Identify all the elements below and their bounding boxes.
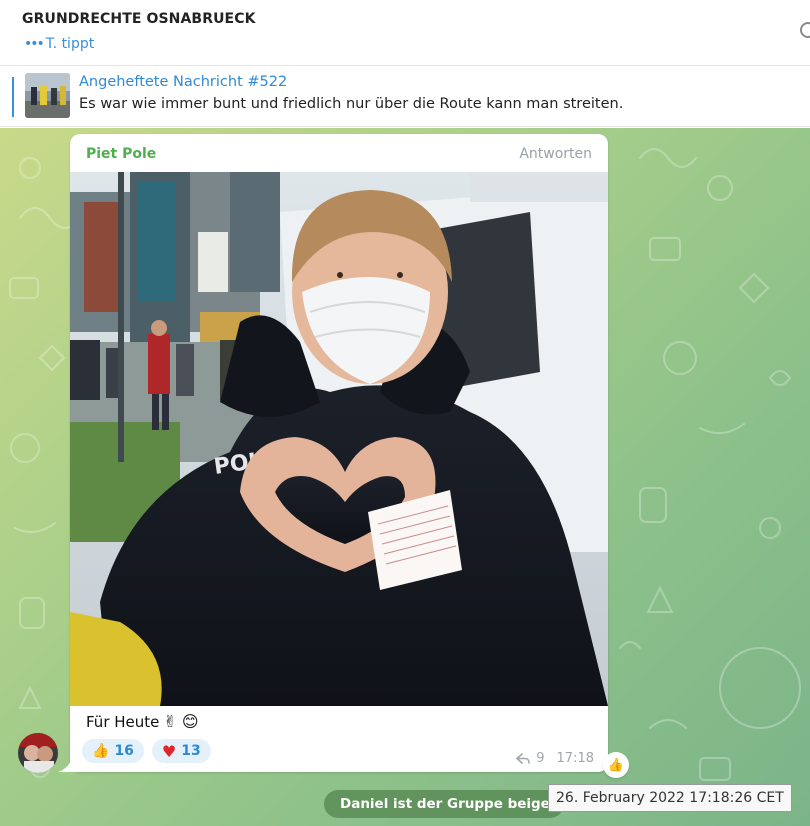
timestamp-tooltip: 26. February 2022 17:18:26 CET [548,784,792,812]
reaction-thumbs-up[interactable]: 👍 16 [82,739,144,763]
chat-header[interactable]: GRUNDRECHTE OSNABRUECK ••• T. tippt [0,0,810,66]
caption-text: Für Heute [86,712,160,731]
pinned-text: Es war wie immer bunt und friedlich nur … [79,96,624,112]
message-photo[interactable]: POLI [70,172,608,706]
message-time: 17:18 [556,751,594,766]
pinned-thumbnail [25,73,70,118]
sender-name[interactable]: Piet Pole [86,146,156,162]
heart-icon: ♥ [161,741,177,761]
message-caption: Für Heute ✌ 😊 [86,712,199,731]
bubble-tail [58,756,78,772]
view-count: 9 [536,751,545,766]
pinned-indicator-bar [12,77,14,117]
typing-text: T. tippt [45,36,95,52]
caption-emoji: ✌ 😊 [163,712,199,731]
quick-reaction-button[interactable]: 👍 [603,752,629,778]
reply-button[interactable]: Antworten [519,146,592,162]
message-meta: 9 17:18 [516,751,594,766]
typing-indicator: ••• T. tippt [24,36,94,52]
reaction-count: 13 [181,743,201,759]
reaction-heart[interactable]: ♥ 13 [151,739,211,763]
pinned-title[interactable]: Angeheftete Nachricht #522 [79,74,287,90]
chat-title[interactable]: GRUNDRECHTE OSNABRUECK [22,11,256,27]
search-icon[interactable] [800,22,810,38]
thumbs-up-icon: 👍 [92,743,110,759]
pinned-message[interactable]: Angeheftete Nachricht #522 Es war wie im… [0,67,810,127]
message-bubble[interactable]: Piet Pole Antworten POLI Für Heute ✌ 😊 👍… [70,134,608,772]
share-icon[interactable] [516,752,531,765]
service-message: Daniel ist der Gruppe beigetreten [324,790,564,818]
sender-avatar[interactable] [18,733,58,773]
thumbs-up-icon: 👍 [607,757,625,773]
typing-dots-icon: ••• [24,36,45,52]
reaction-count: 16 [114,743,134,759]
reactions-row: 👍 16 ♥ 13 [82,739,211,763]
